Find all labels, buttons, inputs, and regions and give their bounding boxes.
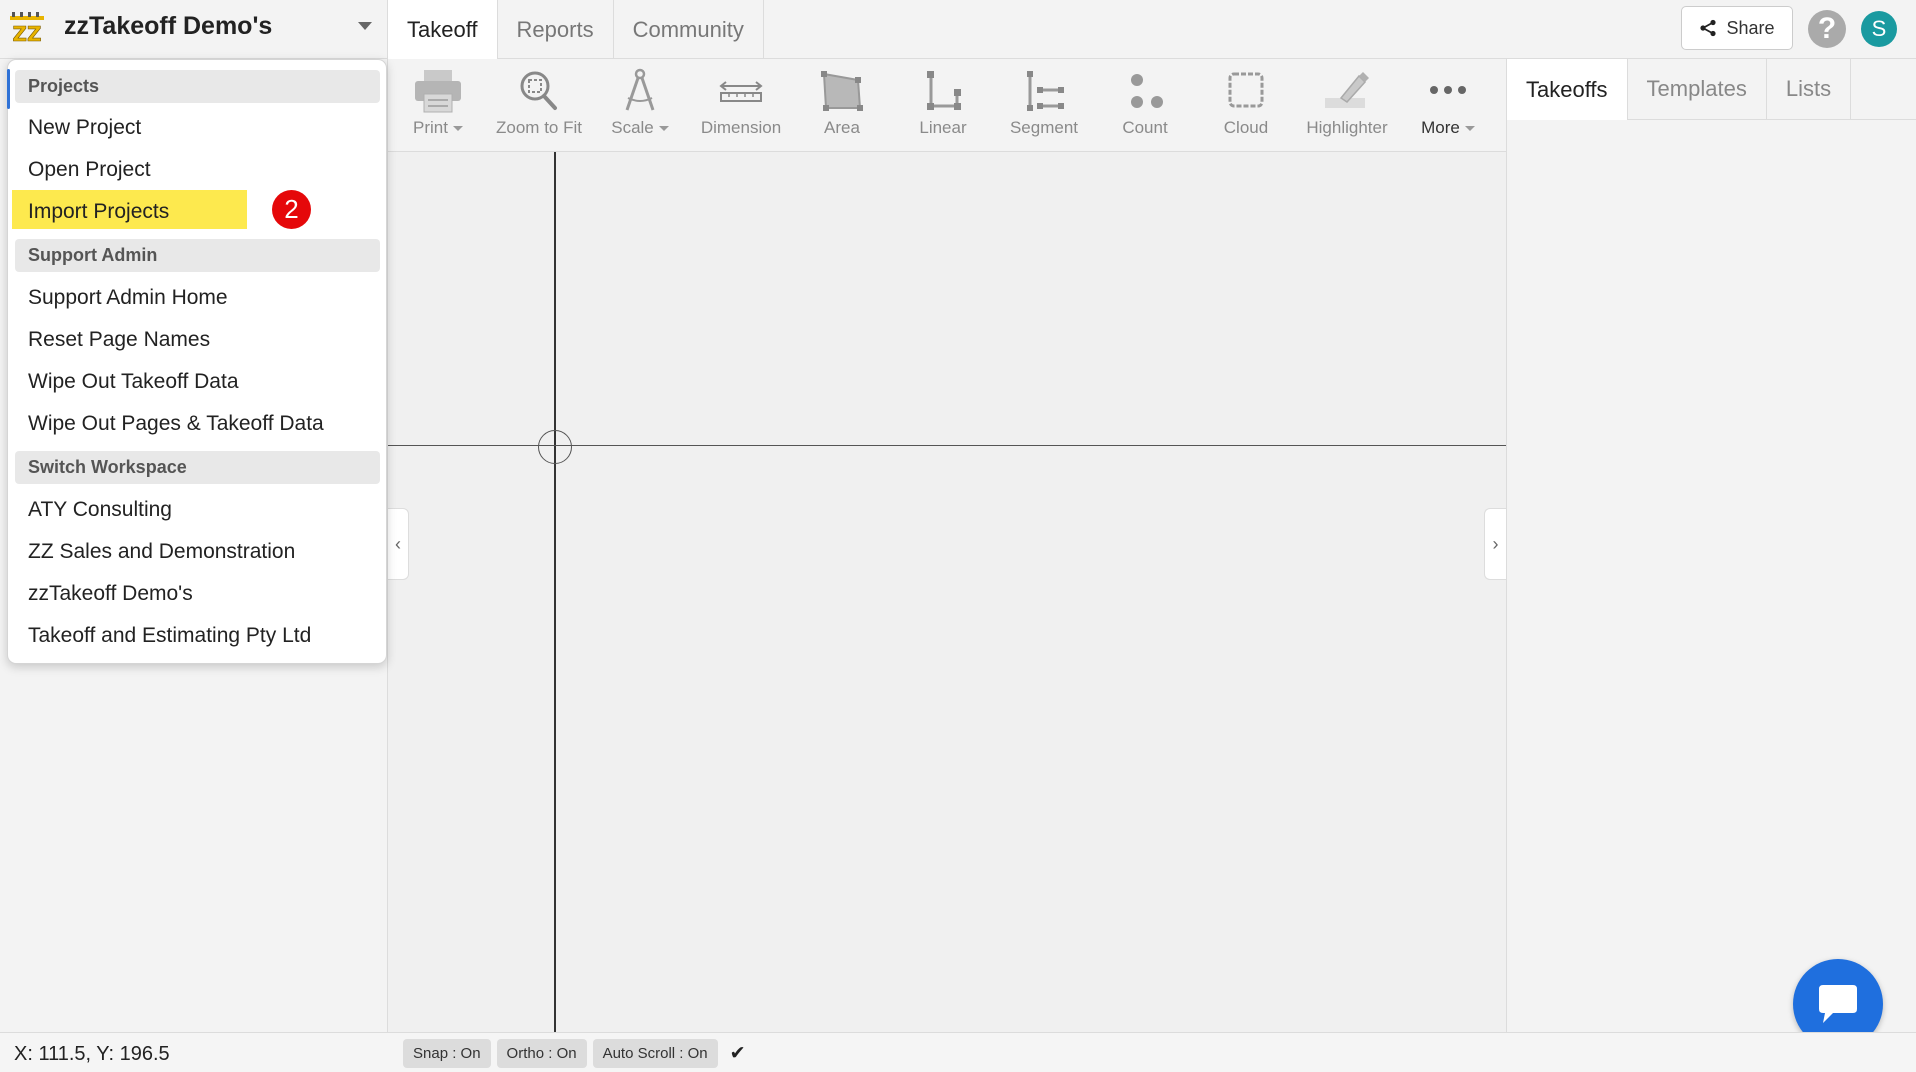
chat-bubble-icon	[1819, 985, 1857, 1023]
top-bar: ZZ zzTakeoff Demo's Takeoff Reports Comm…	[0, 0, 1916, 59]
status-bar: X: 111.5, Y: 196.5 Snap : On Ortho : On …	[0, 1032, 1916, 1072]
more-caret-down-icon	[1464, 126, 1475, 132]
more-label: More	[1421, 118, 1460, 137]
count-icon	[1131, 74, 1163, 108]
snap-toggle[interactable]: Snap : On	[403, 1039, 491, 1068]
cloud-label: Cloud	[1223, 118, 1269, 137]
scale-label: Scale	[611, 118, 654, 137]
step-number-badge: 2	[272, 190, 311, 229]
crosshair-vertical-line	[554, 152, 556, 1032]
status-toggles: Snap : On Ortho : On Auto Scroll : On ✔	[403, 1039, 746, 1068]
share-label: Share	[1726, 17, 1775, 38]
right-panel-tabs: Takeoffs Templates Lists	[1507, 59, 1916, 120]
collapse-right-panel-chevron-right-icon[interactable]: ›	[1484, 508, 1506, 580]
menu-item-reset-page-names[interactable]: Reset Page Names	[28, 328, 210, 352]
menu-item-new-project[interactable]: New Project	[28, 116, 141, 140]
compass-icon	[625, 68, 655, 111]
area-tool[interactable]: Area	[792, 59, 892, 152]
takeoff-toolbar: Print Zoom to Fit Scale Dimension Area L…	[388, 59, 1506, 152]
cloud-icon	[1228, 72, 1264, 108]
menu-item-wipe-out-pages-takeoff-data[interactable]: Wipe Out Pages & Takeoff Data	[28, 412, 324, 436]
linear-tool[interactable]: Linear	[893, 59, 993, 152]
workspace-dropdown-menu: Projects New Project Open Project Import…	[7, 59, 387, 664]
menu-item-workspace-zz-sales[interactable]: ZZ Sales and Demonstration	[28, 540, 295, 564]
more-icon	[1430, 86, 1466, 94]
tab-community[interactable]: Community	[614, 0, 764, 59]
menu-item-open-project[interactable]: Open Project	[28, 158, 151, 182]
count-label: Count	[1122, 118, 1168, 137]
cursor-coordinates: X: 111.5, Y: 196.5	[14, 1043, 170, 1065]
crosshair-cursor-icon	[538, 430, 572, 464]
dimension-label: Dimension	[700, 118, 782, 137]
drawing-canvas[interactable]	[388, 152, 1506, 1032]
area-icon	[821, 71, 863, 111]
tab-templates[interactable]: Templates	[1628, 59, 1767, 119]
tab-takeoffs[interactable]: Takeoffs	[1507, 59, 1628, 120]
dimension-icon	[719, 81, 763, 102]
scale-tool[interactable]: Scale	[590, 59, 690, 152]
help-icon[interactable]: ?	[1808, 10, 1846, 48]
highlighter-label: Highlighter	[1306, 118, 1388, 137]
menu-header-support-admin: Support Admin	[15, 239, 380, 272]
cloud-tool[interactable]: Cloud	[1196, 59, 1296, 152]
ortho-toggle[interactable]: Ortho : On	[496, 1039, 587, 1068]
menu-item-support-admin-home[interactable]: Support Admin Home	[28, 286, 228, 310]
highlighter-icon	[1325, 72, 1369, 108]
user-avatar[interactable]: S	[1861, 11, 1897, 47]
menu-item-workspace-takeoff-estimating[interactable]: Takeoff and Estimating Pty Ltd	[28, 624, 311, 648]
more-tool[interactable]: More	[1398, 59, 1498, 152]
checkmark-icon: ✔	[729, 1043, 746, 1064]
dimension-tool[interactable]: Dimension	[691, 59, 791, 152]
menu-item-workspace-aty-consulting[interactable]: ATY Consulting	[28, 498, 172, 522]
count-tool[interactable]: Count	[1095, 59, 1195, 152]
print-tool[interactable]: Print	[388, 59, 488, 152]
segment-icon	[1027, 71, 1064, 111]
collapse-left-panel-chevron-left-icon[interactable]: ‹	[388, 508, 409, 580]
tab-reports[interactable]: Reports	[498, 0, 614, 59]
share-icon	[1700, 19, 1717, 37]
svg-text:ZZ: ZZ	[12, 22, 41, 44]
linear-icon	[927, 71, 961, 110]
highlighter-tool[interactable]: Highlighter	[1297, 59, 1397, 152]
menu-header-switch-workspace: Switch Workspace	[15, 451, 380, 484]
auto-scroll-toggle[interactable]: Auto Scroll : On	[592, 1039, 718, 1068]
dropdown-accent-bar	[7, 69, 10, 109]
menu-item-import-projects[interactable]: Import Projects	[28, 200, 169, 224]
print-caret-down-icon	[452, 126, 463, 132]
zoom-fit-icon	[520, 71, 557, 110]
zoom-to-fit-tool[interactable]: Zoom to Fit	[489, 59, 589, 152]
right-panel: Takeoffs Templates Lists	[1506, 59, 1916, 1032]
main-nav-tabs: Takeoff Reports Community	[387, 0, 764, 59]
print-label: Print	[413, 118, 448, 137]
menu-header-projects: Projects	[15, 70, 380, 103]
workspace-title[interactable]: zzTakeoff Demo's	[64, 12, 272, 41]
share-button[interactable]: Share	[1681, 6, 1793, 50]
linear-label: Linear	[919, 118, 967, 137]
area-label: Area	[824, 118, 860, 137]
printer-icon	[415, 70, 461, 113]
scale-caret-down-icon	[658, 126, 669, 132]
workspace-caret-down-icon[interactable]	[358, 22, 372, 30]
zoom-to-fit-label: Zoom to Fit	[496, 118, 582, 137]
tab-takeoff[interactable]: Takeoff	[388, 0, 498, 59]
segment-label: Segment	[1009, 118, 1079, 137]
menu-item-workspace-zztakeoff-demos[interactable]: zzTakeoff Demo's	[28, 582, 193, 606]
menu-item-wipe-out-takeoff-data[interactable]: Wipe Out Takeoff Data	[28, 370, 239, 394]
segment-tool[interactable]: Segment	[994, 59, 1094, 152]
zztakeoff-logo-icon[interactable]: ZZ	[8, 12, 46, 46]
tab-lists[interactable]: Lists	[1767, 59, 1852, 119]
